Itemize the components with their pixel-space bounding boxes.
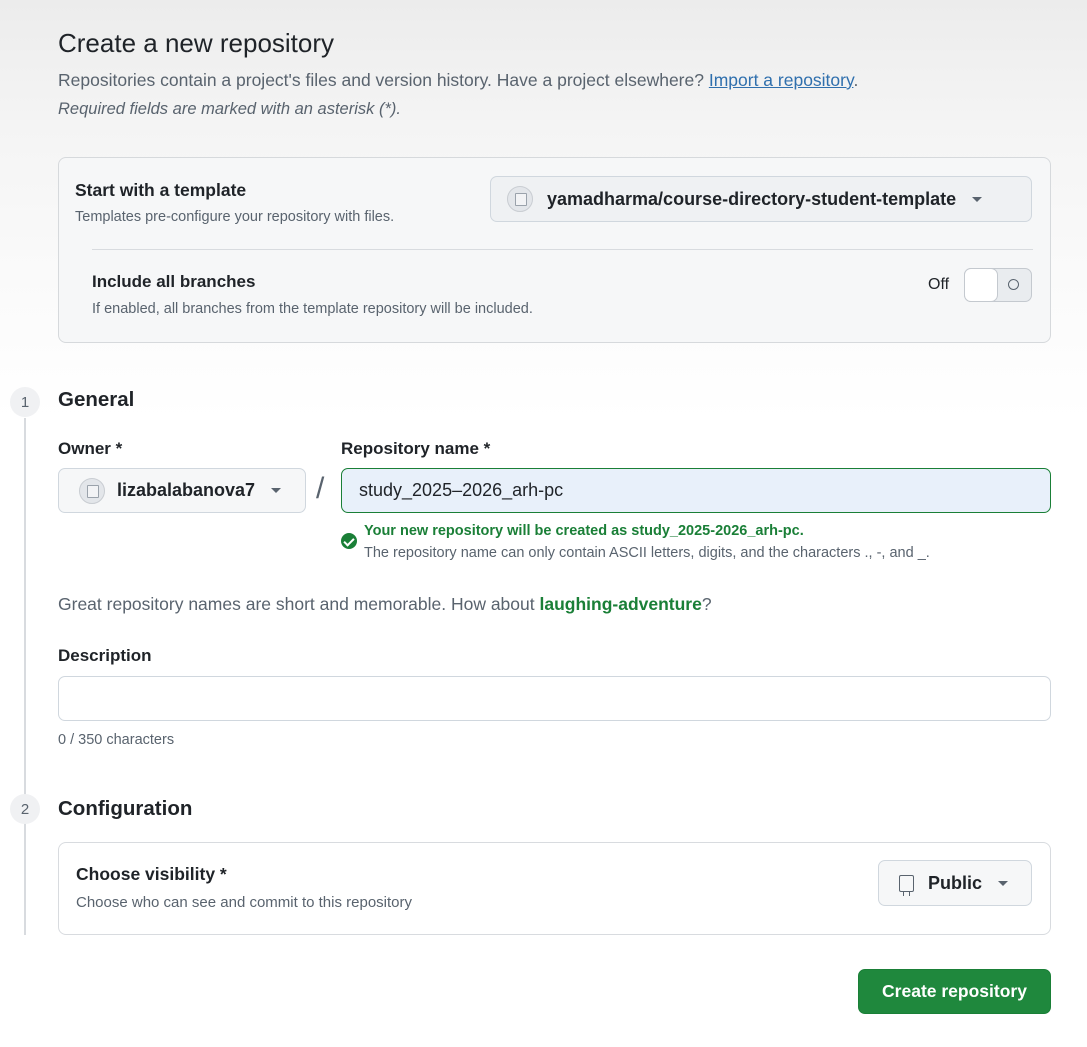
- include-branches-toggle[interactable]: [964, 268, 1032, 302]
- create-repository-page: Create a new repository Repositories con…: [0, 0, 1087, 1047]
- include-branches-description: If enabled, all branches from the templa…: [92, 301, 533, 317]
- caret-down-icon: [271, 488, 282, 493]
- section-title-configuration: Configuration: [58, 797, 193, 820]
- description-input[interactable]: [58, 676, 1051, 721]
- caret-down-icon: [972, 196, 983, 202]
- subtitle-text: Repositories contain a project's files a…: [58, 70, 709, 90]
- repository-name-label: Repository name *: [341, 439, 491, 458]
- visibility-select-button[interactable]: Public: [878, 860, 1032, 906]
- repo-icon: [899, 874, 914, 896]
- broken-image-avatar-icon: [79, 477, 105, 504]
- toggle-off-icon: [1008, 279, 1019, 290]
- template-description: Templates pre-configure your repository …: [75, 209, 395, 225]
- visibility-description: Choose who can see and commit to this re…: [76, 894, 412, 911]
- description-label: Description: [58, 646, 152, 665]
- subtitle-end: .: [853, 70, 859, 90]
- suggestion-prefix: Great repository names are short and mem…: [58, 594, 540, 614]
- include-branches-label: Include all branches: [92, 272, 256, 291]
- template-selected-name: yamadharma/course-directory-student-temp…: [547, 188, 957, 209]
- template-label: Start with a template: [75, 180, 247, 200]
- repository-name-input[interactable]: [341, 468, 1051, 513]
- visibility-label: Choose visibility *: [76, 864, 227, 884]
- step-connector-line: [24, 418, 26, 935]
- create-repository-button[interactable]: Create repository: [858, 969, 1051, 1014]
- suggested-name-button[interactable]: laughing-adventure: [539, 594, 701, 614]
- step-number-general: 1: [10, 387, 40, 417]
- repository-name-rules: The repository name can only contain ASC…: [364, 545, 930, 561]
- section-title-general: General: [58, 388, 135, 411]
- owner-label: Owner *: [58, 439, 123, 458]
- visibility-value: Public: [928, 872, 983, 893]
- owner-select-button[interactable]: lizabalabanova7: [58, 468, 306, 513]
- toggle-knob: [964, 268, 998, 302]
- description-char-count: 0 / 350 characters: [58, 732, 175, 748]
- suggestion-suffix: ?: [701, 594, 712, 614]
- owner-repo-separator: /: [316, 472, 325, 505]
- name-suggestion: Great repository names are short and mem…: [58, 594, 712, 615]
- page-subtitle: Repositories contain a project's files a…: [58, 70, 858, 91]
- template-select-button[interactable]: yamadharma/course-directory-student-temp…: [490, 176, 1032, 222]
- check-circle-icon: [341, 533, 357, 549]
- repository-name-valid-message: Your new repository will be created as s…: [364, 523, 804, 539]
- step-number-configuration: 2: [10, 794, 40, 824]
- import-repository-link[interactable]: Import a repository: [709, 70, 854, 90]
- required-fields-note: Required fields are marked with an aster…: [58, 100, 401, 118]
- owner-name: lizabalabanova7: [117, 480, 256, 500]
- caret-down-icon: [998, 880, 1009, 886]
- toggle-state-label: Off: [928, 276, 950, 293]
- page-title: Create a new repository: [58, 28, 335, 58]
- broken-image-avatar-icon: [507, 186, 533, 212]
- template-divider: [92, 249, 1033, 250]
